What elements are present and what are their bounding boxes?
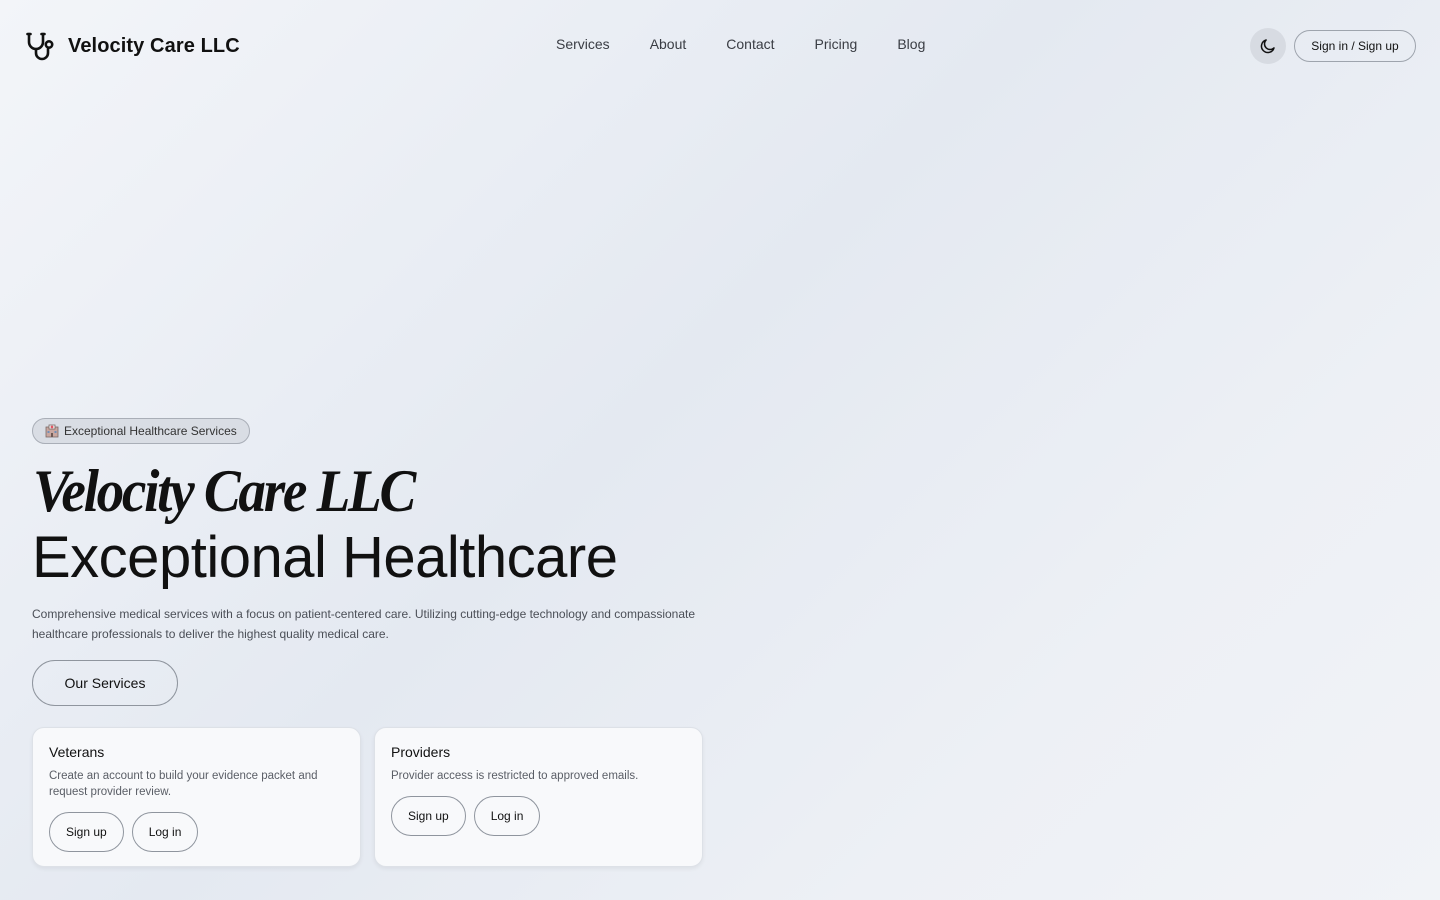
hospital-icon: [45, 424, 59, 438]
veterans-card: Veterans Create an account to build your…: [32, 727, 361, 867]
signin-signup-button[interactable]: Sign in / Sign up: [1294, 30, 1416, 62]
brand-name: Velocity Care LLC: [68, 34, 240, 57]
nav-link-about[interactable]: About: [650, 36, 687, 52]
site-header: Velocity Care LLC Services About Contact…: [0, 0, 1440, 90]
nav-link-contact[interactable]: Contact: [726, 36, 774, 52]
hero-title-tagline: Exceptional Healthcare: [32, 525, 618, 590]
nav-link-pricing[interactable]: Pricing: [815, 36, 858, 52]
providers-login-button[interactable]: Log in: [473, 796, 541, 836]
nav-link-services[interactable]: Services: [556, 36, 610, 52]
stethoscope-icon: [26, 32, 54, 61]
nav-link-blog[interactable]: Blog: [897, 36, 925, 52]
veterans-signup-button[interactable]: Sign up: [49, 812, 124, 852]
hero-description: Comprehensive medical services with a fo…: [32, 607, 696, 641]
providers-card-description: Provider access is restricted to approve…: [391, 770, 639, 782]
hero-title-brand: Velocity Care LLC: [33, 458, 416, 524]
brand-logo-link[interactable]: Velocity Care LLC: [24, 30, 240, 62]
veterans-card-actions: Sign up Log in: [49, 812, 199, 852]
main-nav: Services About Contact Pricing Blog: [556, 36, 925, 52]
veterans-card-title: Veterans: [49, 744, 105, 760]
moon-icon: [1260, 39, 1275, 54]
hero-badge: Exceptional Healthcare Services: [32, 418, 250, 444]
hero-badge-label: Exceptional Healthcare Services: [64, 424, 237, 438]
veterans-card-description: Create an account to build your evidence…: [49, 770, 318, 798]
providers-card-actions: Sign up Log in: [391, 796, 541, 836]
our-services-button[interactable]: Our Services: [32, 660, 178, 706]
providers-signup-button[interactable]: Sign up: [391, 796, 466, 836]
theme-toggle-button[interactable]: [1250, 28, 1286, 64]
providers-card-title: Providers: [391, 744, 451, 760]
veterans-login-button[interactable]: Log in: [131, 812, 199, 852]
providers-card: Providers Provider access is restricted …: [374, 727, 703, 867]
